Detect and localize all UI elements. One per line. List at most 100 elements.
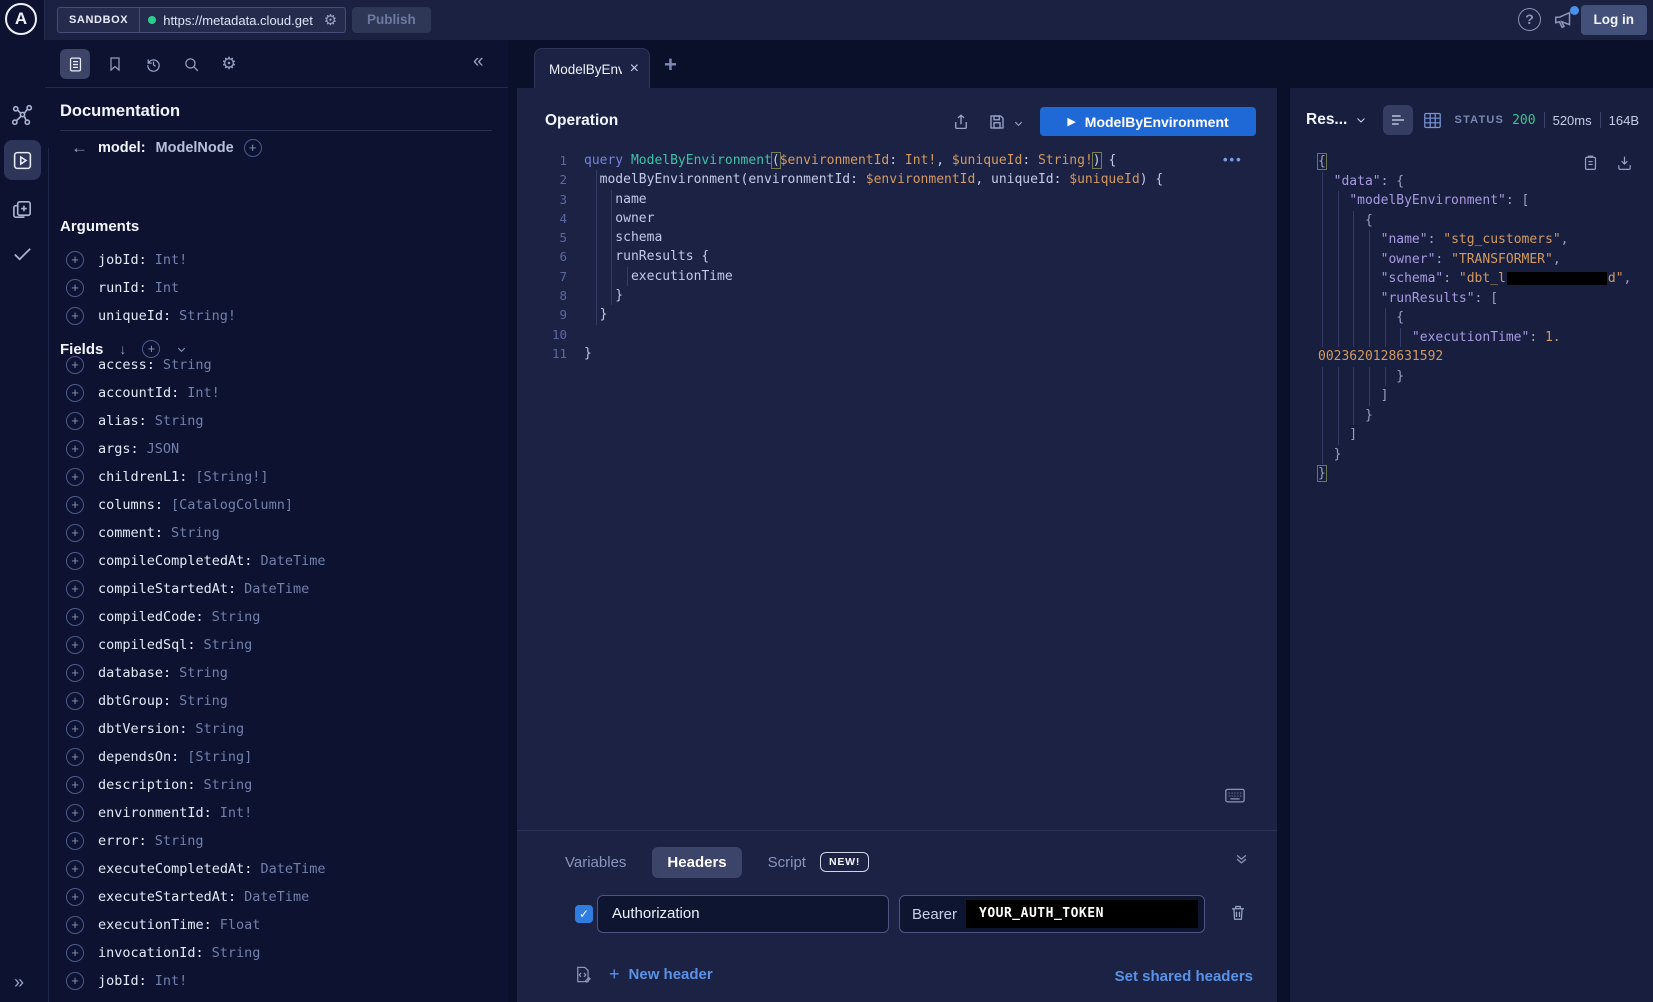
argument-row[interactable]: +uniqueId:String! <box>66 302 496 330</box>
add-field-icon[interactable]: + <box>66 440 84 458</box>
field-type[interactable]: String <box>171 525 220 541</box>
field-type[interactable]: [String] <box>187 749 252 765</box>
add-field-icon[interactable]: + <box>66 636 84 654</box>
field-row[interactable]: +alias:String <box>66 407 496 435</box>
add-field-icon[interactable]: + <box>66 664 84 682</box>
field-row[interactable]: +environmentId:Int! <box>66 799 496 827</box>
field-type[interactable]: Int! <box>155 252 188 268</box>
set-shared-headers-link[interactable]: Set shared headers <box>1115 968 1253 985</box>
field-type[interactable]: String <box>155 833 204 849</box>
field-type[interactable]: String <box>163 357 212 373</box>
add-field-icon[interactable]: + <box>66 251 84 269</box>
header-name-input[interactable]: Authorization <box>597 895 889 933</box>
operation-code-editor[interactable]: query ModelByEnvironment($environmentId:… <box>584 151 1247 363</box>
auth-token-value[interactable]: YOUR_AUTH_TOKEN <box>966 900 1198 928</box>
field-row[interactable]: +description:String <box>66 771 496 799</box>
field-row[interactable]: +access:String <box>66 351 496 379</box>
expand-rail-icon[interactable]: » <box>14 972 24 993</box>
field-row[interactable]: +compileStartedAt:DateTime <box>66 575 496 603</box>
delete-header-icon[interactable] <box>1229 903 1247 922</box>
settings-gear-icon[interactable]: ⚙ <box>214 49 244 79</box>
new-tab-icon[interactable]: + <box>664 52 677 78</box>
add-field-icon[interactable]: + <box>66 307 84 325</box>
field-type[interactable]: Int! <box>220 805 253 821</box>
field-type[interactable]: String! <box>179 308 236 324</box>
history-icon[interactable] <box>138 49 168 79</box>
add-field-icon[interactable]: + <box>66 580 84 598</box>
field-row[interactable]: +executeCompletedAt:DateTime <box>66 855 496 883</box>
tab-variables[interactable]: Variables <box>565 854 626 871</box>
field-row[interactable]: +accountId:Int! <box>66 379 496 407</box>
add-field-icon[interactable]: + <box>66 944 84 962</box>
argument-row[interactable]: +jobId:Int! <box>66 246 496 274</box>
argument-row[interactable]: +runId:Int <box>66 274 496 302</box>
collections-icon[interactable] <box>11 198 34 221</box>
field-row[interactable]: +executionTime:Float <box>66 911 496 939</box>
add-field-icon[interactable]: + <box>66 692 84 710</box>
add-field-icon[interactable]: + <box>66 356 84 374</box>
close-tab-icon[interactable]: × <box>630 60 639 78</box>
endpoint-settings-icon[interactable]: ⚙ <box>324 13 337 28</box>
documentation-tab-icon[interactable] <box>60 49 90 79</box>
field-type[interactable]: String <box>212 945 261 961</box>
login-button[interactable]: Log in <box>1581 5 1648 35</box>
add-field-icon[interactable]: + <box>66 412 84 430</box>
field-type[interactable]: JSON <box>147 441 180 457</box>
field-row[interactable]: +comment:String <box>66 519 496 547</box>
add-field-icon[interactable]: + <box>66 496 84 514</box>
field-row[interactable]: +executeStartedAt:DateTime <box>66 883 496 911</box>
field-row[interactable]: +error:String <box>66 827 496 855</box>
share-icon[interactable] <box>952 113 970 131</box>
field-row[interactable]: +dbtGroup:String <box>66 687 496 715</box>
field-type[interactable]: Int! <box>187 385 220 401</box>
announcements-icon[interactable] <box>1553 9 1577 31</box>
add-type-icon[interactable]: + <box>244 139 262 157</box>
schema-graph-icon[interactable] <box>11 104 34 127</box>
collapse-panel-icon[interactable]: « <box>473 51 484 73</box>
back-arrow-icon[interactable]: ← <box>71 138 88 158</box>
operation-tab[interactable]: ModelByEnvi... × <box>534 48 650 89</box>
field-row[interactable]: +invocationId:String <box>66 939 496 967</box>
field-row[interactable]: +jobId:Int! <box>66 967 496 995</box>
header-value-input[interactable]: Bearer YOUR_AUTH_TOKEN <box>899 895 1205 933</box>
field-row[interactable]: +compileCompletedAt:DateTime <box>66 547 496 575</box>
field-type[interactable]: String <box>195 721 244 737</box>
keyboard-shortcuts-icon[interactable] <box>1225 788 1245 804</box>
save-options-chevron-icon[interactable] <box>1013 118 1024 129</box>
add-field-icon[interactable]: + <box>66 972 84 990</box>
field-row[interactable]: +dbtVersion:String <box>66 715 496 743</box>
add-field-icon[interactable]: + <box>66 776 84 794</box>
add-field-icon[interactable]: + <box>66 916 84 934</box>
view-table-icon[interactable] <box>1423 112 1442 129</box>
field-row[interactable]: +database:String <box>66 659 496 687</box>
download-response-icon[interactable] <box>1616 154 1633 172</box>
add-field-icon[interactable]: + <box>66 888 84 906</box>
add-field-icon[interactable]: + <box>66 524 84 542</box>
add-field-icon[interactable]: + <box>66 832 84 850</box>
field-type[interactable]: [String!] <box>195 469 268 485</box>
publish-button[interactable]: Publish <box>352 7 431 33</box>
field-type[interactable]: Int <box>155 280 179 296</box>
field-type[interactable]: Int! <box>155 973 188 989</box>
add-field-icon[interactable]: + <box>66 804 84 822</box>
breadcrumb-type[interactable]: ModelNode <box>156 140 234 156</box>
checks-icon[interactable] <box>11 242 34 265</box>
header-enabled-checkbox[interactable]: ✓ <box>575 905 593 923</box>
field-type[interactable]: String <box>204 637 253 653</box>
help-icon[interactable]: ? <box>1518 8 1541 31</box>
field-row[interactable]: +compiledCode:String <box>66 603 496 631</box>
field-row[interactable]: +columns:[CatalogColumn] <box>66 491 496 519</box>
field-type[interactable]: String <box>155 413 204 429</box>
response-json-body[interactable]: { "data": { "modelByEnvironment": [ { "n… <box>1318 152 1643 484</box>
field-type[interactable]: DateTime <box>244 889 309 905</box>
add-field-icon[interactable]: + <box>66 468 84 486</box>
tab-script[interactable]: Script <box>768 854 806 871</box>
tab-headers[interactable]: Headers <box>652 847 741 878</box>
search-icon[interactable] <box>176 49 206 79</box>
collapse-bottom-panel-icon[interactable] <box>1234 851 1249 866</box>
bookmark-icon[interactable] <box>100 49 130 79</box>
add-field-icon[interactable]: + <box>66 860 84 878</box>
response-title-chevron-icon[interactable] <box>1355 114 1367 126</box>
endpoint-url-text[interactable]: https://metadata.cloud.get <box>163 13 317 28</box>
environment-file-icon[interactable] <box>573 965 592 984</box>
